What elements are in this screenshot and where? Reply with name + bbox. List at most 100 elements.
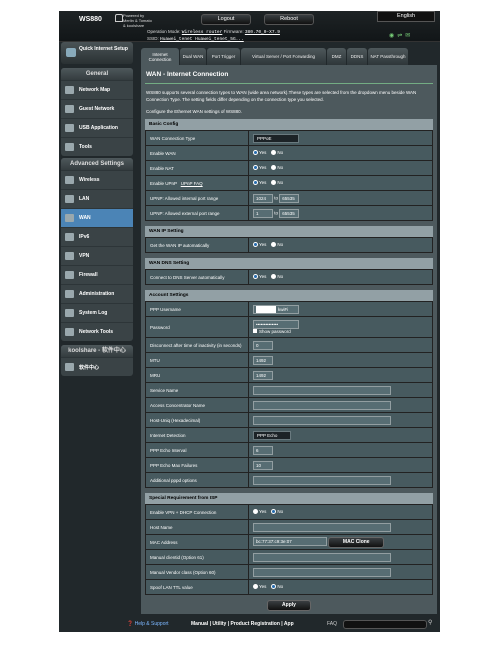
hostname-input[interactable] bbox=[253, 522, 391, 532]
enable-wan-yes[interactable]: Yes bbox=[253, 150, 266, 155]
sidebar-item-administration[interactable]: Administration bbox=[61, 284, 133, 303]
wan-dns-table: Connect to DNS Server automatically Yes No bbox=[145, 269, 433, 285]
sidebar-item-network-map[interactable]: Network Map bbox=[61, 80, 133, 99]
opt60-input[interactable] bbox=[253, 567, 391, 577]
ext-port-from-input[interactable]: 1 bbox=[253, 208, 273, 218]
tab-bar: Internet Connection Dual WAN Port Trigge… bbox=[141, 48, 409, 65]
title-divider bbox=[145, 83, 433, 84]
notification-icon[interactable]: ✉ bbox=[405, 33, 413, 39]
router-logo-icon bbox=[115, 14, 123, 22]
tab-ddns[interactable]: DDNS bbox=[347, 48, 367, 65]
ac-name-input[interactable] bbox=[253, 400, 391, 410]
idle-input[interactable]: 0 bbox=[253, 340, 273, 350]
tab-port-trigger[interactable]: Port Trigger bbox=[207, 48, 240, 65]
ext-port-to-input[interactable]: 65535 bbox=[279, 208, 300, 218]
echo-failures-input[interactable]: 10 bbox=[253, 460, 273, 470]
show-password-checkbox[interactable]: Show password bbox=[253, 329, 291, 334]
sidebar-item-guest-network[interactable]: Guest Network bbox=[61, 99, 133, 118]
table-row: MRU 1492 bbox=[145, 367, 433, 383]
enable-upnp-yes[interactable]: Yes bbox=[253, 180, 266, 185]
faq-search-input[interactable] bbox=[343, 620, 427, 629]
sidebar-item-network-tools[interactable]: Network Tools bbox=[61, 322, 133, 341]
sidebar-item-system-log[interactable]: System Log bbox=[61, 303, 133, 322]
logout-button[interactable]: Logout bbox=[201, 14, 251, 25]
vpn-dhcp-no[interactable]: No bbox=[271, 509, 283, 514]
sidebar-item-ipv6[interactable]: IPv6 bbox=[61, 227, 133, 246]
sidebar-item-vpn[interactable]: VPN bbox=[61, 246, 133, 265]
wan-ip-header: WAN IP Setting bbox=[145, 226, 433, 237]
ssid-link[interactable]: Huawei_tenet Huawei_tenet_5G... bbox=[160, 37, 244, 42]
language-select[interactable]: English bbox=[377, 11, 435, 22]
brand-line-3: & koolshare bbox=[123, 23, 145, 28]
tab-nat-passthrough[interactable]: NAT Passthrough bbox=[368, 48, 408, 65]
footer-links[interactable]: Manual | Utility | Product Registration … bbox=[191, 621, 294, 627]
password-input[interactable]: •••••••••••••• bbox=[253, 320, 299, 329]
dns-auto-no[interactable]: No bbox=[271, 274, 283, 279]
status-icons: ◉⇌✉ bbox=[389, 32, 413, 39]
help-support[interactable]: ❓ Help & Support bbox=[127, 621, 169, 627]
host-uniq-input[interactable] bbox=[253, 415, 391, 425]
table-row: PPP Username kwiFi bbox=[145, 301, 433, 317]
ttl-yes[interactable]: Yes bbox=[253, 584, 266, 589]
isp-header: Special Requirement from ISP bbox=[145, 493, 433, 504]
enable-wan-no[interactable]: No bbox=[271, 150, 283, 155]
tab-dual-wan[interactable]: Dual WAN bbox=[180, 48, 206, 65]
int-port-to-input[interactable]: 65535 bbox=[279, 193, 300, 203]
tools-icon bbox=[65, 143, 74, 151]
administration-icon bbox=[65, 290, 74, 298]
opt61-input[interactable] bbox=[253, 552, 391, 562]
int-port-from-input[interactable]: 1024 bbox=[253, 193, 273, 203]
wan-ip-auto-yes[interactable]: Yes bbox=[253, 242, 266, 247]
dns-auto-yes[interactable]: Yes bbox=[253, 274, 266, 279]
quick-internet-setup-button[interactable]: Quick Internet Setup bbox=[61, 42, 133, 64]
mru-input[interactable]: 1492 bbox=[253, 370, 273, 380]
upnp-faq-link[interactable]: UPnP FAQ bbox=[181, 181, 203, 186]
wan-ip-auto-no[interactable]: No bbox=[271, 242, 283, 247]
sidebar-item-tools[interactable]: Tools bbox=[61, 137, 133, 156]
account-header: Account Settings bbox=[145, 290, 433, 301]
sidebar-item-wan[interactable]: WAN bbox=[61, 208, 133, 227]
conn-type-select[interactable]: PPPoE bbox=[253, 133, 299, 143]
service-name-input[interactable] bbox=[253, 385, 391, 395]
opt60-label: Manual Vendor class (Option 60) bbox=[145, 564, 249, 580]
hostname-label: Host Name bbox=[145, 519, 249, 535]
software-center-icon bbox=[65, 363, 74, 371]
password-label: Password bbox=[145, 316, 249, 338]
enable-nat-yes[interactable]: Yes bbox=[253, 165, 266, 170]
main-content: WAN - Internet Connection WS880 supports… bbox=[141, 65, 437, 614]
network-tools-icon bbox=[65, 328, 74, 336]
mtu-label: MTU bbox=[145, 352, 249, 368]
enable-nat-no[interactable]: No bbox=[271, 165, 283, 170]
mac-input[interactable]: bc:77:37:c9:3e:07 bbox=[253, 536, 327, 546]
sidebar-item-firewall[interactable]: Firewall bbox=[61, 265, 133, 284]
sidebar-item-lan[interactable]: LAN bbox=[61, 189, 133, 208]
sidebar-item-software-center[interactable]: 软件中心 bbox=[61, 357, 133, 376]
reboot-button[interactable]: Reboot bbox=[264, 14, 314, 25]
detect-select[interactable]: PPP Echo bbox=[253, 430, 291, 440]
mac-clone-button[interactable]: MAC Clone bbox=[328, 536, 385, 548]
firmware-link[interactable]: 380.70_0-X7.9 bbox=[245, 30, 280, 35]
echo-interval-input[interactable]: 6 bbox=[253, 445, 273, 455]
enable-upnp-no[interactable]: No bbox=[271, 180, 283, 185]
network-map-icon bbox=[65, 86, 74, 94]
sidebar-item-usb-application[interactable]: USB Application bbox=[61, 118, 133, 137]
tab-internet-connection[interactable]: Internet Connection bbox=[141, 48, 179, 65]
page-title: WAN - Internet Connection bbox=[146, 71, 229, 78]
sidebar-item-wireless[interactable]: Wireless bbox=[61, 170, 133, 189]
username-input[interactable]: kwiFi bbox=[253, 304, 299, 314]
apply-button[interactable]: Apply bbox=[267, 600, 311, 611]
wifi-icon[interactable]: ◉ bbox=[389, 33, 397, 39]
pppd-options-input[interactable] bbox=[253, 475, 391, 485]
system-log-icon bbox=[65, 309, 74, 317]
host-uniq-label: Host-Uniq (Hexadecimal) bbox=[145, 412, 249, 428]
advanced-title: Advanced Settings bbox=[61, 158, 133, 170]
search-icon[interactable]: ⚲ bbox=[428, 619, 432, 626]
mtu-input[interactable]: 1492 bbox=[253, 355, 273, 365]
ttl-no[interactable]: No bbox=[271, 584, 283, 589]
opmode-link[interactable]: Wireless router bbox=[182, 30, 223, 35]
tab-dmz[interactable]: DMZ bbox=[327, 48, 346, 65]
vpn-dhcp-yes[interactable]: Yes bbox=[253, 509, 266, 514]
table-row: Manual clientid (Option 61) bbox=[145, 549, 433, 565]
wan-ip-table: Get the WAN IP automatically Yes No bbox=[145, 237, 433, 253]
tab-virtual-server[interactable]: Virtual Server / Port Forwarding bbox=[241, 48, 326, 65]
